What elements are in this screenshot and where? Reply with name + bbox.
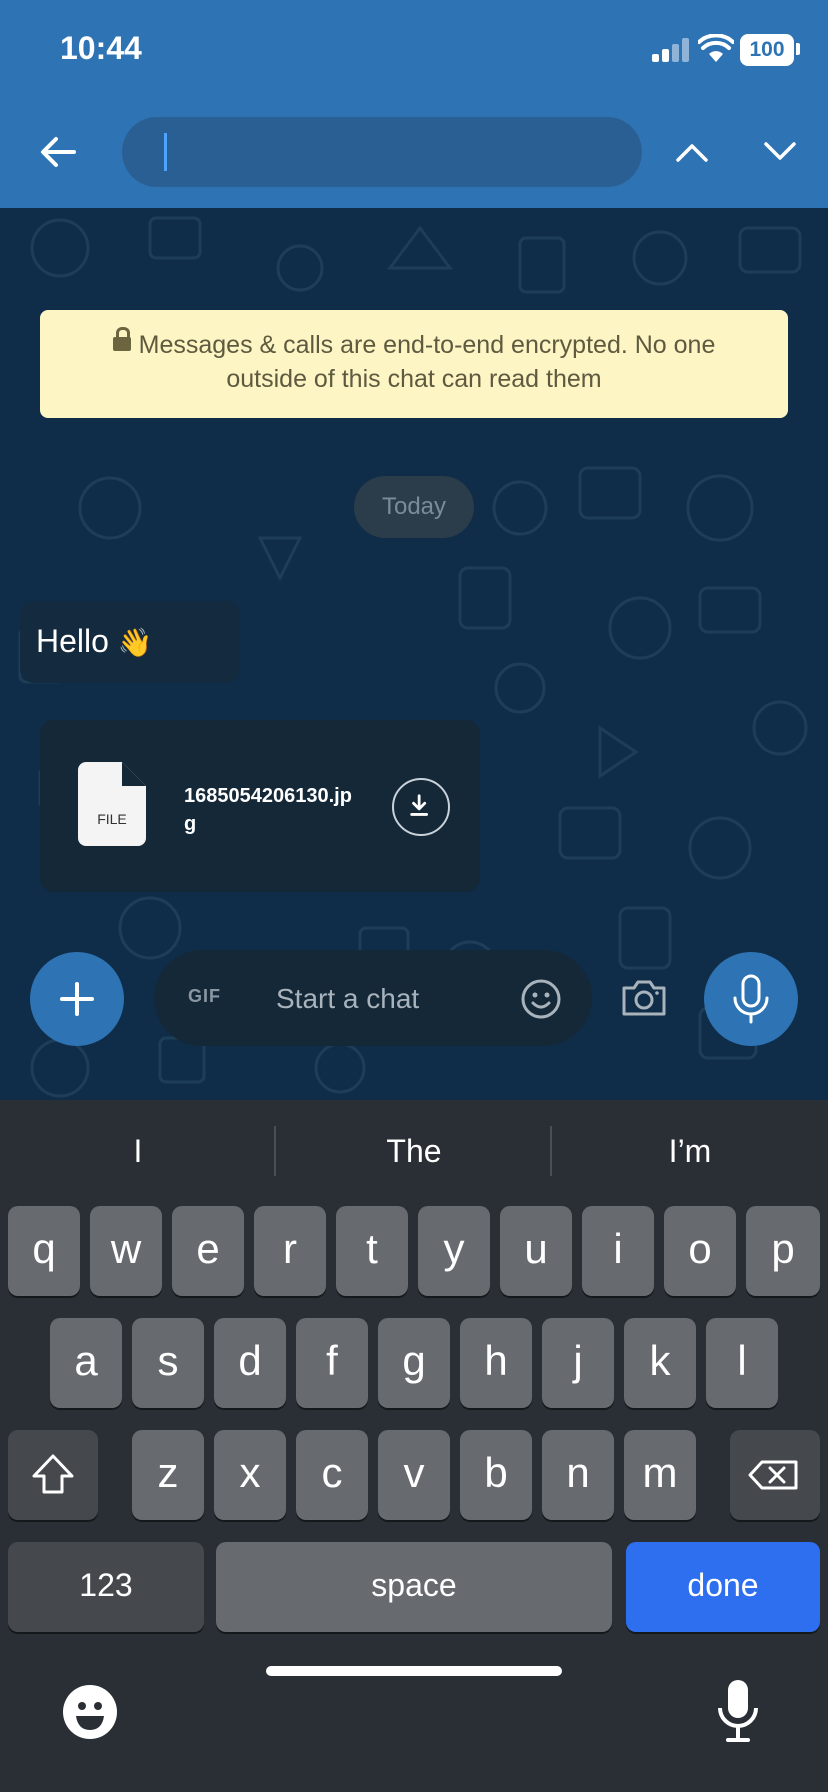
file-type-label: FILE [97, 811, 127, 827]
chevron-down-icon[interactable] [760, 132, 800, 172]
backspace-key[interactable] [730, 1430, 820, 1520]
gif-button[interactable]: GIF [188, 986, 221, 1007]
suggestion-1[interactable]: I [0, 1100, 276, 1202]
add-attachment-button[interactable] [30, 952, 124, 1046]
key-r[interactable]: r [254, 1206, 326, 1296]
plus-icon [60, 982, 94, 1016]
key-t[interactable]: t [336, 1206, 408, 1296]
chevron-up-icon[interactable] [672, 132, 712, 172]
encryption-notice-text: Messages & calls are end-to-end encrypte… [138, 331, 716, 393]
done-key[interactable]: done [626, 1542, 820, 1632]
status-time: 10:44 [60, 30, 142, 66]
file-name: 1685054206130.jpg [184, 785, 352, 835]
emoji-icon[interactable] [62, 1684, 118, 1740]
back-arrow-icon[interactable] [36, 130, 80, 174]
key-d[interactable]: d [214, 1318, 286, 1408]
key-l[interactable]: l [706, 1318, 778, 1408]
suggestion-3[interactable]: I’m [552, 1100, 828, 1202]
shift-key[interactable] [8, 1430, 98, 1520]
key-h[interactable]: h [460, 1318, 532, 1408]
key-b[interactable]: b [460, 1430, 532, 1520]
home-indicator[interactable] [266, 1666, 562, 1676]
voice-message-button[interactable] [704, 952, 798, 1046]
key-z[interactable]: z [132, 1430, 204, 1520]
key-a[interactable]: a [50, 1318, 122, 1408]
text-cursor [164, 133, 167, 171]
wifi-icon [698, 34, 734, 62]
key-s[interactable]: s [132, 1318, 204, 1408]
battery-icon: 100 [740, 34, 794, 66]
key-g[interactable]: g [378, 1318, 450, 1408]
key-c[interactable]: c [296, 1430, 368, 1520]
key-m[interactable]: m [624, 1430, 696, 1520]
key-y[interactable]: y [418, 1206, 490, 1296]
key-o[interactable]: o [664, 1206, 736, 1296]
battery-nub [796, 43, 800, 55]
key-u[interactable]: u [500, 1206, 572, 1296]
backspace-icon [748, 1460, 798, 1490]
file-icon: FILE [78, 762, 146, 846]
key-i[interactable]: i [582, 1206, 654, 1296]
key-x[interactable]: x [214, 1430, 286, 1520]
key-f[interactable]: f [296, 1318, 368, 1408]
chat-search-header [0, 100, 828, 208]
camera-icon[interactable] [620, 976, 668, 1020]
message-composer: GIF [154, 950, 592, 1046]
key-e[interactable]: e [172, 1206, 244, 1296]
message-text: Hello [36, 623, 109, 659]
key-p[interactable]: p [746, 1206, 820, 1296]
key-q[interactable]: q [8, 1206, 80, 1296]
cellular-signal-icon [652, 38, 692, 62]
encryption-notice: Messages & calls are end-to-end encrypte… [40, 310, 788, 418]
file-message-bubble[interactable]: FILE 1685054206130.jpg [40, 720, 480, 892]
lock-icon [112, 327, 131, 351]
key-k[interactable]: k [624, 1318, 696, 1408]
on-screen-keyboard: I The I’m q w e r t y u i o p a s d f g … [0, 1100, 828, 1792]
date-separator: Today [354, 476, 474, 538]
status-bar: 10:44 100 [0, 0, 828, 100]
dictation-microphone-icon[interactable] [714, 1678, 762, 1744]
microphone-icon [733, 974, 769, 1024]
key-w[interactable]: w [90, 1206, 162, 1296]
key-j[interactable]: j [542, 1318, 614, 1408]
download-icon [410, 794, 428, 816]
shift-icon [32, 1454, 74, 1494]
message-input[interactable] [274, 976, 498, 1022]
numbers-key[interactable]: 123 [8, 1542, 204, 1632]
download-button[interactable] [392, 778, 450, 836]
key-n[interactable]: n [542, 1430, 614, 1520]
message-bubble-incoming[interactable]: Hello 👋 [20, 601, 240, 683]
smiley-icon[interactable] [520, 978, 562, 1020]
chat-area: Messages & calls are end-to-end encrypte… [0, 208, 828, 1100]
suggestion-2[interactable]: The [276, 1100, 552, 1202]
wave-emoji: 👋 [117, 627, 153, 658]
key-v[interactable]: v [378, 1430, 450, 1520]
space-key[interactable]: space [216, 1542, 612, 1632]
search-input-container[interactable] [122, 117, 642, 187]
